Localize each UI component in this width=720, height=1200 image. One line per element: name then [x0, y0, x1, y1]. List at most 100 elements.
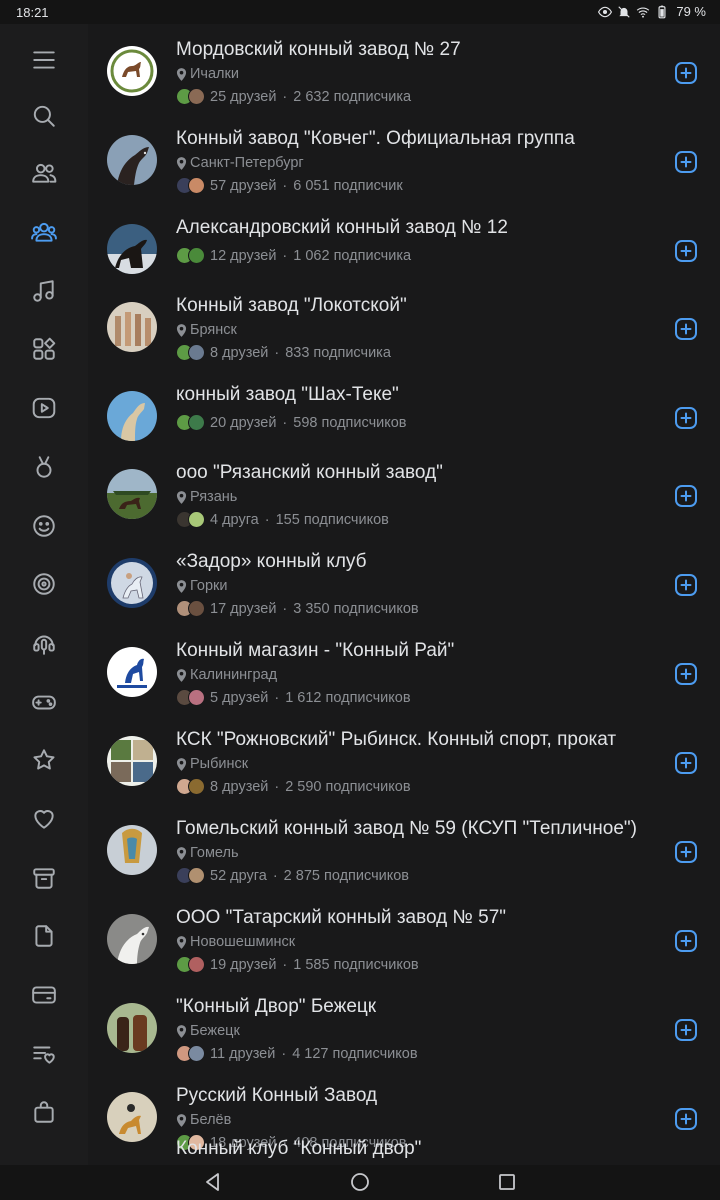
friends-count: 4 друга — [210, 511, 259, 528]
group-title: КСК "Рожновский" Рыбинск. Конный спорт, … — [176, 729, 617, 750]
location-pin-icon — [176, 323, 187, 337]
list-item[interactable]: Конный завод "Ковчег". Официальная групп… — [88, 113, 720, 202]
add-square-icon — [675, 930, 697, 952]
back-button[interactable] — [202, 1171, 224, 1193]
clips-icon[interactable] — [30, 453, 58, 481]
friend-avatars — [176, 344, 205, 361]
subscribe-button[interactable] — [674, 751, 698, 775]
services-icon[interactable] — [30, 335, 58, 363]
mute-icon — [618, 5, 631, 18]
friends-icon[interactable] — [30, 159, 58, 187]
add-square-icon — [675, 485, 697, 507]
games-icon[interactable] — [30, 688, 58, 716]
group-meta: 12 друзей · 1 062 подписчика — [176, 247, 411, 264]
group-title: Мордовский конный завод № 27 — [176, 39, 461, 60]
friend-avatars — [176, 1045, 205, 1062]
friend-avatars — [176, 956, 205, 973]
group-avatar — [107, 46, 157, 96]
list-item[interactable]: Конный магазин - "Конный Рай" Калинингра… — [88, 625, 720, 714]
subscribe-button[interactable] — [674, 150, 698, 174]
friend-avatars — [176, 88, 205, 105]
subscribers-count: 155 подписчиков — [275, 511, 389, 528]
group-city: Брянск — [176, 322, 237, 338]
location-pin-icon — [176, 668, 187, 682]
friends-count: 57 друзей — [210, 177, 277, 194]
location-pin-icon — [176, 490, 187, 504]
target-icon[interactable] — [30, 570, 58, 598]
add-square-icon — [675, 240, 697, 262]
communities-icon[interactable] — [30, 218, 58, 246]
group-avatar — [107, 391, 157, 441]
subscribe-button[interactable] — [674, 573, 698, 597]
list-item[interactable]: ооо "Рязанский конный завод" Рязань 4 др… — [88, 447, 720, 536]
group-title: «Задор» конный клуб — [176, 551, 367, 572]
list-item[interactable]: конный завод "Шах-Теке" 20 друзей · 598 по… — [88, 369, 720, 458]
friend-avatars — [176, 600, 205, 617]
group-title: Конный магазин - "Конный Рай" — [176, 640, 455, 661]
list-item[interactable]: КСК "Рожновский" Рыбинск. Конный спорт, … — [88, 714, 720, 803]
menu-icon[interactable] — [30, 46, 58, 74]
subscribe-button[interactable] — [674, 1107, 698, 1131]
group-city: Санкт-Петербург — [176, 155, 304, 171]
group-avatar — [107, 1092, 157, 1142]
group-city: Калининград — [176, 667, 277, 683]
group-meta: 57 друзей · 6 051 подписчик — [176, 177, 403, 194]
subscribe-button[interactable] — [674, 1018, 698, 1042]
subscribers-count: 6 051 подписчик — [293, 177, 403, 194]
recents-button[interactable] — [496, 1171, 518, 1193]
search-icon[interactable] — [30, 102, 58, 130]
group-meta: 5 друзей · 1 612 подписчиков — [176, 689, 411, 706]
subscribe-button[interactable] — [674, 317, 698, 341]
subscribe-button[interactable] — [674, 840, 698, 864]
add-square-icon — [675, 752, 697, 774]
list-item[interactable]: «Задор» конный клуб Горки 17 друзей · 3 35… — [88, 536, 720, 625]
group-meta: 4 друга · 155 подписчиков — [176, 511, 389, 528]
friends-count: 52 друга — [210, 867, 267, 884]
video-icon[interactable] — [30, 394, 58, 422]
subscribe-button[interactable] — [674, 929, 698, 953]
add-square-icon — [675, 841, 697, 863]
subscribe-button[interactable] — [674, 239, 698, 263]
group-city: Белёв — [176, 1112, 231, 1128]
music-icon[interactable] — [30, 277, 58, 305]
group-meta: 8 друзей · 833 подписчика — [176, 344, 391, 361]
list-item[interactable]: Гомельский конный завод № 59 (КСУП "Тепл… — [88, 803, 720, 892]
subscribe-button[interactable] — [674, 406, 698, 430]
group-avatar — [107, 302, 157, 352]
subscribers-count: 833 подписчика — [285, 344, 391, 361]
group-avatar — [107, 135, 157, 185]
friend-avatars — [176, 511, 205, 528]
group-city: Бежецк — [176, 1023, 240, 1039]
home-circle-icon — [351, 1173, 369, 1191]
add-square-icon — [675, 151, 697, 173]
subscribe-button[interactable] — [674, 61, 698, 85]
group-meta: 19 друзей · 1 585 подписчиков — [176, 956, 419, 973]
payments-icon[interactable] — [30, 981, 58, 1009]
friends-count: 5 друзей — [210, 689, 269, 706]
group-title: Александровский конный завод № 12 — [176, 217, 508, 238]
home-button[interactable] — [349, 1171, 371, 1193]
list-item-partial-title[interactable]: Конный клуб "Конный двор" — [176, 1138, 421, 1160]
bookmarks-icon[interactable] — [30, 746, 58, 774]
list-item[interactable]: "Конный Двор" Бежецк Бежецк 11 друзей · 4 … — [88, 981, 720, 1070]
list-item[interactable]: Мордовский конный завод № 27 Ичалки 25 д… — [88, 24, 720, 113]
list-item[interactable]: ООО "Татарский конный завод № 57" Новоше… — [88, 892, 720, 981]
files-icon[interactable] — [30, 922, 58, 950]
list-item[interactable]: Конный завод "Локотской" Брянск 8 друзей… — [88, 280, 720, 369]
location-pin-icon — [176, 579, 187, 593]
group-meta: 25 друзей · 2 632 подписчика — [176, 88, 411, 105]
subscribe-button[interactable] — [674, 662, 698, 686]
recents-square-icon — [499, 1174, 515, 1190]
archive-icon[interactable] — [30, 864, 58, 892]
group-title: ооо "Рязанский конный завод" — [176, 462, 443, 483]
stickers-icon[interactable] — [30, 512, 58, 540]
group-avatar — [107, 469, 157, 519]
subscribe-button[interactable] — [674, 484, 698, 508]
wishlist-icon[interactable] — [30, 1040, 58, 1068]
group-title: "Конный Двор" Бежецк — [176, 996, 377, 1017]
podcasts-icon[interactable] — [30, 629, 58, 657]
friends-count: 8 друзей — [210, 344, 269, 361]
list-item[interactable]: Александровский конный завод № 12 12 дру… — [88, 202, 720, 291]
market-icon[interactable] — [30, 1098, 58, 1126]
favorites-icon[interactable] — [30, 805, 58, 833]
